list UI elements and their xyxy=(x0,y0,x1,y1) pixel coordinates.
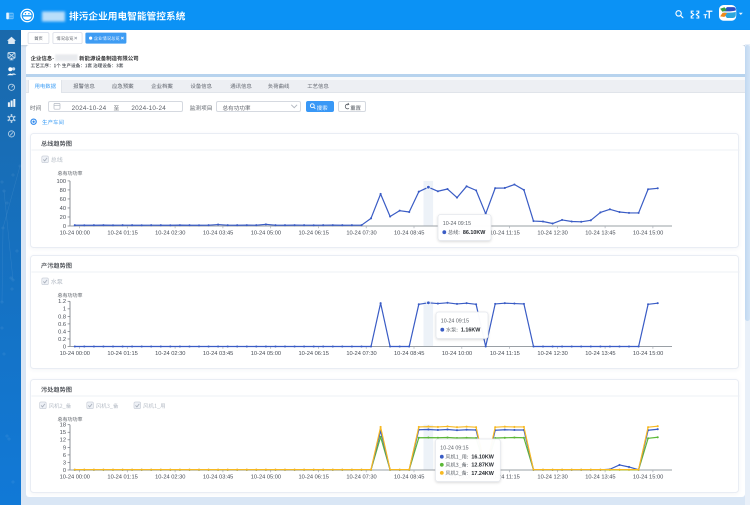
svg-text:0.8: 0.8 xyxy=(58,314,66,320)
svg-text:40: 40 xyxy=(60,205,66,211)
svg-text:100: 100 xyxy=(57,178,67,184)
svg-text:10-24 01:15: 10-24 01:15 xyxy=(107,474,137,480)
svg-text:10-24 05:00: 10-24 05:00 xyxy=(251,474,281,480)
svg-text:0.2: 0.2 xyxy=(58,336,66,342)
svg-text:10-24 03:45: 10-24 03:45 xyxy=(203,230,233,236)
svg-text:10-24 00:00: 10-24 00:00 xyxy=(60,230,90,236)
svg-text:0: 0 xyxy=(63,344,66,350)
svg-text:0.4: 0.4 xyxy=(58,329,66,335)
svg-text:0: 0 xyxy=(63,468,66,474)
svg-text:86.10KW: 86.10KW xyxy=(463,230,486,236)
svg-text:10-24 07:30: 10-24 07:30 xyxy=(346,230,376,236)
svg-text:10-24 08:45: 10-24 08:45 xyxy=(394,230,424,236)
svg-text:10-24 06:15: 10-24 06:15 xyxy=(299,230,329,236)
svg-text:10-24 15:00: 10-24 15:00 xyxy=(633,474,663,480)
svg-text:10-24 01:15: 10-24 01:15 xyxy=(107,230,137,236)
svg-text:10-24 12:30: 10-24 12:30 xyxy=(537,230,567,236)
svg-text:10-24 12:30: 10-24 12:30 xyxy=(537,350,567,356)
svg-text:10-24 06:15: 10-24 06:15 xyxy=(299,474,329,480)
svg-text:10-24 00:00: 10-24 00:00 xyxy=(60,350,90,356)
svg-text:10-24 05:00: 10-24 05:00 xyxy=(251,350,281,356)
svg-text:10-24 02:30: 10-24 02:30 xyxy=(155,350,185,356)
svg-text:20: 20 xyxy=(60,214,66,220)
svg-text:18: 18 xyxy=(60,423,66,429)
svg-text:10-24 15:00: 10-24 15:00 xyxy=(633,350,663,356)
svg-text:10-24 03:45: 10-24 03:45 xyxy=(203,350,233,356)
svg-text:60: 60 xyxy=(60,196,66,202)
svg-text:6: 6 xyxy=(63,453,66,459)
svg-text:1: 1 xyxy=(63,306,66,312)
svg-text:10-24 05:00: 10-24 05:00 xyxy=(251,230,281,236)
svg-text:0.6: 0.6 xyxy=(58,321,66,327)
svg-text:10-24 07:30: 10-24 07:30 xyxy=(346,350,376,356)
svg-text:10-24 01:15: 10-24 01:15 xyxy=(107,350,137,356)
svg-text:10-24 08:45: 10-24 08:45 xyxy=(394,350,424,356)
svg-text:10-24 03:45: 10-24 03:45 xyxy=(203,474,233,480)
svg-text:10-24 10:00: 10-24 10:00 xyxy=(442,350,472,356)
svg-text:10-24 02:30: 10-24 02:30 xyxy=(155,474,185,480)
svg-text:10-24 07:30: 10-24 07:30 xyxy=(346,474,376,480)
svg-text:12: 12 xyxy=(60,438,66,444)
svg-text:3: 3 xyxy=(63,460,66,466)
svg-text:10-24 11:15: 10-24 11:15 xyxy=(490,230,520,236)
svg-text:16.10KW: 16.10KW xyxy=(471,455,494,461)
svg-text:10-24 15:00: 10-24 15:00 xyxy=(633,230,663,236)
svg-text:12.87KW: 12.87KW xyxy=(471,463,494,469)
svg-text:15: 15 xyxy=(60,430,66,436)
svg-text:10-24 09:15: 10-24 09:15 xyxy=(443,220,471,226)
svg-text:10-24 09:15: 10-24 09:15 xyxy=(440,445,468,451)
svg-text:10-24 13:45: 10-24 13:45 xyxy=(585,230,615,236)
svg-text:10-24 08:45: 10-24 08:45 xyxy=(394,474,424,480)
svg-text:0: 0 xyxy=(63,223,66,229)
svg-text:10-24 06:15: 10-24 06:15 xyxy=(299,350,329,356)
svg-text:17.24KW: 17.24KW xyxy=(471,471,494,477)
svg-text:9: 9 xyxy=(63,445,66,451)
svg-text:10-24 02:30: 10-24 02:30 xyxy=(155,230,185,236)
svg-text:10-24 13:45: 10-24 13:45 xyxy=(585,474,615,480)
svg-text:1.16KW: 1.16KW xyxy=(461,327,481,333)
svg-text:80: 80 xyxy=(60,187,66,193)
svg-text:1.2: 1.2 xyxy=(58,299,66,305)
svg-text:10-24 00:00: 10-24 00:00 xyxy=(60,474,90,480)
svg-text:10-24 09:15: 10-24 09:15 xyxy=(441,318,469,324)
svg-text:10-24 13:45: 10-24 13:45 xyxy=(585,350,615,356)
svg-text:10-24 11:15: 10-24 11:15 xyxy=(490,350,520,356)
svg-text:10-24 12:30: 10-24 12:30 xyxy=(537,474,567,480)
